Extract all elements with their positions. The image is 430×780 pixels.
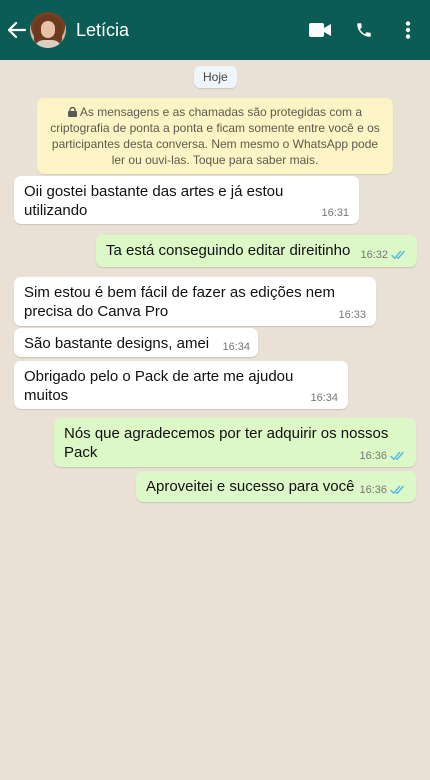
phone-icon	[357, 23, 371, 37]
message-outgoing[interactable]: Nós que agradecemos por ter adquirir os …	[54, 418, 416, 467]
message-text: Sim estou é bem fácil de fazer as ediçõe…	[24, 284, 335, 320]
message-incoming[interactable]: Oii gostei bastante das artes e já estou…	[14, 176, 359, 224]
chat-header: Letícia	[0, 0, 430, 60]
voice-call-button[interactable]	[342, 0, 386, 60]
message-time: 16:32	[360, 249, 388, 261]
encryption-notice-text: As mensagens e as chamadas são protegida…	[50, 105, 380, 167]
back-button[interactable]	[2, 0, 32, 60]
message-time: 16:34	[310, 392, 338, 404]
message-time: 16:36	[359, 484, 387, 496]
message-incoming[interactable]: São bastante designs, amei 16:34	[14, 328, 258, 357]
contact-name[interactable]: Letícia	[76, 20, 298, 41]
chat-area[interactable]: Hoje As mensagens e as chamadas são prot…	[0, 60, 430, 780]
message-incoming[interactable]: Obrigado pelo o Pack de arte me ajudou m…	[14, 361, 348, 409]
date-chip: Hoje	[194, 66, 237, 88]
message-outgoing[interactable]: Ta está conseguindo editar direitinho 16…	[96, 235, 417, 267]
message-time: 16:36	[359, 450, 387, 462]
message-text: Nós que agradecemos por ter adquirir os …	[64, 425, 389, 461]
read-ticks-icon	[390, 485, 404, 494]
message-time: 16:31	[321, 207, 349, 219]
message-time: 16:34	[222, 341, 250, 353]
arrow-left-icon	[8, 22, 26, 38]
more-vert-icon	[405, 21, 411, 39]
message-text: São bastante designs, amei	[24, 335, 210, 352]
message-text: Oii gostei bastante das artes e já estou…	[24, 183, 284, 219]
read-ticks-icon	[391, 250, 405, 259]
message-outgoing[interactable]: Aproveitei e sucesso para você 16:36	[136, 471, 416, 502]
lock-icon	[67, 107, 77, 117]
message-time: 16:33	[338, 309, 366, 321]
video-call-button[interactable]	[298, 0, 342, 60]
video-call-icon	[309, 23, 331, 37]
message-incoming[interactable]: Sim estou é bem fácil de fazer as ediçõe…	[14, 277, 376, 326]
message-text: Obrigado pelo o Pack de arte me ajudou m…	[24, 368, 294, 404]
more-options-button[interactable]	[386, 0, 430, 60]
encryption-notice[interactable]: As mensagens e as chamadas são protegida…	[37, 98, 393, 174]
read-ticks-icon	[390, 451, 404, 460]
avatar[interactable]	[30, 12, 66, 48]
